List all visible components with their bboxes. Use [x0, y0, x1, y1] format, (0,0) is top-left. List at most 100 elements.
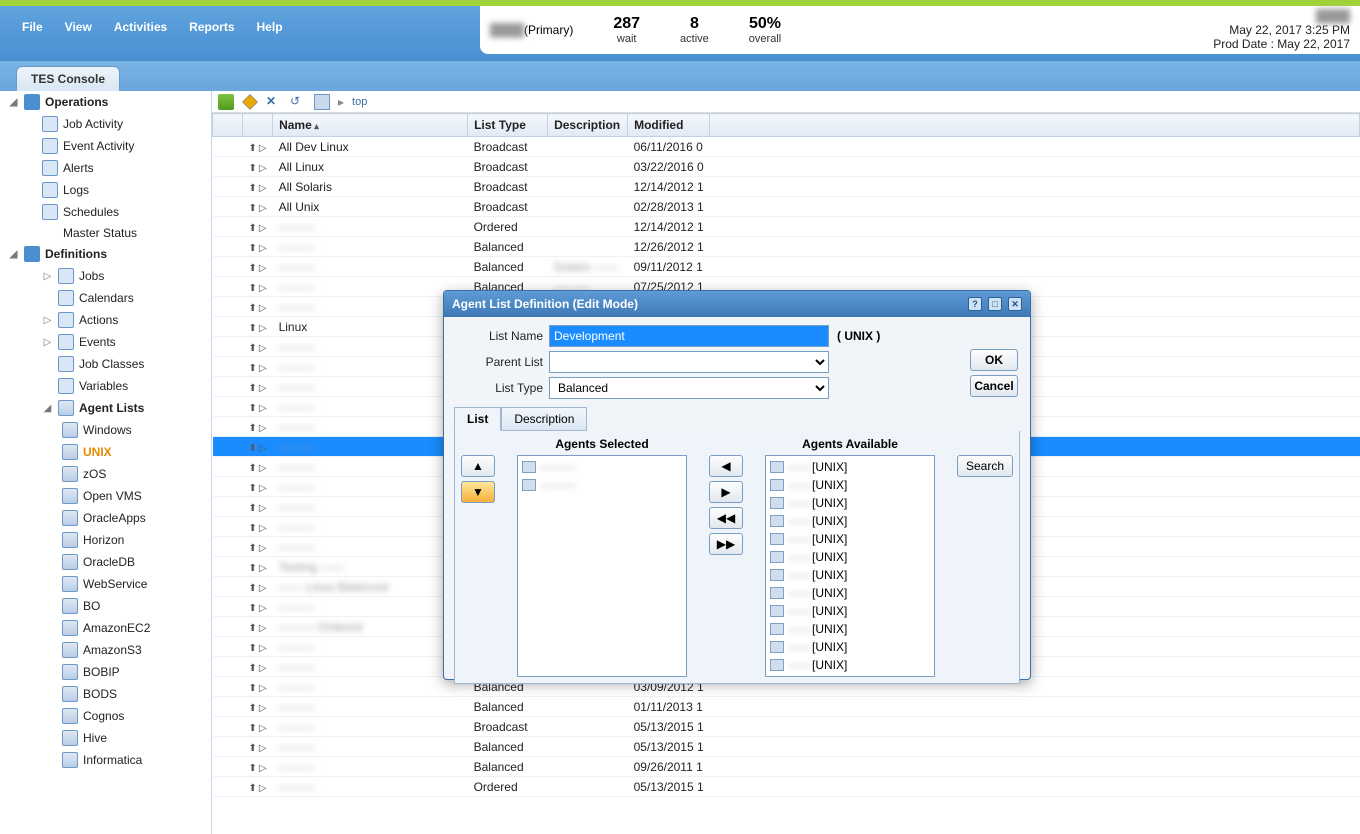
nav-amazonec2[interactable]: AmazonEC2	[0, 617, 211, 639]
nav-variables[interactable]: Variables	[0, 375, 211, 397]
list-item[interactable]: ——[UNIX]	[768, 476, 932, 494]
add-button[interactable]: ◀	[709, 455, 743, 477]
maximize-icon[interactable]: □	[988, 297, 1002, 311]
parent-list-label: Parent List	[454, 355, 549, 369]
nav-horizon[interactable]: Horizon	[0, 529, 211, 551]
nav-job-classes[interactable]: Job Classes	[0, 353, 211, 375]
table-row[interactable]: ⬆▷All SolarisBroadcast12/14/2012 1	[213, 177, 1360, 197]
list-type-select[interactable]: Balanced	[549, 377, 829, 399]
table-row[interactable]: ⬆▷———Balanced09/26/2011 1	[213, 757, 1360, 777]
table-row[interactable]: ⬆▷All Dev LinuxBroadcast06/11/2016 0	[213, 137, 1360, 157]
table-row[interactable]: ⬆▷———Ordered12/14/2012 1	[213, 217, 1360, 237]
tab-list[interactable]: List	[454, 407, 501, 431]
table-row[interactable]: ⬆▷———Balanced01/11/2013 1	[213, 697, 1360, 717]
nav-schedules[interactable]: Schedules	[0, 201, 211, 223]
nav-calendars[interactable]: Calendars	[0, 287, 211, 309]
table-row[interactable]: ⬆▷———Balanced12/26/2012 1	[213, 237, 1360, 257]
list-item[interactable]: ——[UNIX]	[768, 656, 932, 674]
nav-alerts[interactable]: Alerts	[0, 157, 211, 179]
col-modified[interactable]: Modified	[628, 114, 710, 137]
list-item[interactable]: ——[UNIX]	[768, 638, 932, 656]
edit-icon[interactable]	[242, 94, 258, 110]
nav-agent-lists[interactable]: ◢Agent Lists	[0, 397, 211, 419]
list-item[interactable]: ——[UNIX]	[768, 458, 932, 476]
nav-webservice[interactable]: WebService	[0, 573, 211, 595]
menu-file[interactable]: File	[22, 20, 43, 47]
table-row[interactable]: ⬆▷All UnixBroadcast02/28/2013 1	[213, 197, 1360, 217]
table-row[interactable]: ⬆▷———Balanced05/13/2015 1	[213, 737, 1360, 757]
remove-button[interactable]: ▶	[709, 481, 743, 503]
nav-events[interactable]: ▷Events	[0, 331, 211, 353]
nav-master-status[interactable]: Master Status	[0, 223, 211, 243]
list-item[interactable]: ——[UNIX]	[768, 512, 932, 530]
menu-activities[interactable]: Activities	[114, 20, 167, 47]
close-icon[interactable]: ✕	[1008, 297, 1022, 311]
table-row[interactable]: ⬆▷———Ordered05/13/2015 1	[213, 777, 1360, 797]
menu-view[interactable]: View	[65, 20, 92, 47]
menu-reports[interactable]: Reports	[189, 20, 234, 47]
list-name-input[interactable]	[549, 325, 829, 347]
list-type-label: List Type	[454, 381, 549, 395]
list-item[interactable]: ——[UNIX]	[768, 548, 932, 566]
nav-jobs[interactable]: ▷Jobs	[0, 265, 211, 287]
wait-label: wait	[613, 33, 640, 46]
nav-actions[interactable]: ▷Actions	[0, 309, 211, 331]
table-row[interactable]: ⬆▷———Broadcast05/13/2015 1	[213, 717, 1360, 737]
list-item[interactable]: ——[UNIX]	[768, 584, 932, 602]
nav-oracledb[interactable]: OracleDB	[0, 551, 211, 573]
nav-windows[interactable]: Windows	[0, 419, 211, 441]
help-icon[interactable]: ?	[968, 297, 982, 311]
header-proddate: Prod Date : May 22, 2017	[1213, 37, 1350, 51]
nav-oracleapps[interactable]: OracleApps	[0, 507, 211, 529]
nav-bods[interactable]: BODS	[0, 683, 211, 705]
agents-available-list[interactable]: ——[UNIX]——[UNIX]——[UNIX]——[UNIX]——[UNIX]…	[765, 455, 935, 677]
nav-job-activity[interactable]: Job Activity	[0, 113, 211, 135]
move-up-button[interactable]: ▲	[461, 455, 495, 477]
nav-informatica[interactable]: Informatica	[0, 749, 211, 771]
move-down-button[interactable]: ▼	[461, 481, 495, 503]
remove-all-button[interactable]: ▶▶	[709, 533, 743, 555]
list-item[interactable]: ———	[520, 458, 684, 476]
nav-definitions[interactable]: ◢Definitions	[0, 243, 211, 265]
print-icon[interactable]	[314, 94, 330, 110]
nav-operations[interactable]: ◢Operations	[0, 91, 211, 113]
nav-unix[interactable]: UNIX	[0, 441, 211, 463]
nav-bo[interactable]: BO	[0, 595, 211, 617]
list-item[interactable]: ——[UNIX]	[768, 602, 932, 620]
search-button[interactable]: Search	[957, 455, 1013, 477]
agents-selected-list[interactable]: ——————	[517, 455, 687, 677]
primary-label: (Primary)	[524, 23, 573, 37]
tab-description[interactable]: Description	[501, 407, 587, 431]
active-count: 8	[680, 14, 709, 33]
nav-cognos[interactable]: Cognos	[0, 705, 211, 727]
ok-button[interactable]: OK	[970, 349, 1018, 371]
col-description[interactable]: Description	[548, 114, 628, 137]
list-item[interactable]: ——[UNIX]	[768, 530, 932, 548]
nav-tree[interactable]: ◢Operations Job Activity Event Activity …	[0, 91, 212, 834]
delete-icon[interactable]: ✕	[266, 94, 282, 110]
nav-bobip[interactable]: BOBIP	[0, 661, 211, 683]
nav-hive[interactable]: Hive	[0, 727, 211, 749]
parent-list-select[interactable]	[549, 351, 829, 373]
nav-openvms[interactable]: Open VMS	[0, 485, 211, 507]
list-item[interactable]: ——[UNIX]	[768, 494, 932, 512]
nav-amazons3[interactable]: AmazonS3	[0, 639, 211, 661]
new-icon[interactable]	[218, 94, 234, 110]
cancel-button[interactable]: Cancel	[970, 375, 1018, 397]
tab-tes-console[interactable]: TES Console	[16, 66, 120, 91]
list-item[interactable]: ——[UNIX]	[768, 566, 932, 584]
nav-logs[interactable]: Logs	[0, 179, 211, 201]
nav-zos[interactable]: zOS	[0, 463, 211, 485]
table-row[interactable]: ⬆▷All LinuxBroadcast03/22/2016 0	[213, 157, 1360, 177]
list-item[interactable]: ———	[520, 476, 684, 494]
active-label: active	[680, 33, 709, 46]
col-listtype[interactable]: List Type	[468, 114, 548, 137]
nav-event-activity[interactable]: Event Activity	[0, 135, 211, 157]
breadcrumb[interactable]: top	[352, 96, 367, 108]
list-item[interactable]: ——[UNIX]	[768, 620, 932, 638]
refresh-icon[interactable]: ↺	[290, 94, 306, 110]
table-row[interactable]: ⬆▷———BalancedSolaris ——09/11/2012 1	[213, 257, 1360, 277]
add-all-button[interactable]: ◀◀	[709, 507, 743, 529]
col-name[interactable]: Name	[273, 114, 468, 137]
menu-help[interactable]: Help	[257, 20, 283, 47]
